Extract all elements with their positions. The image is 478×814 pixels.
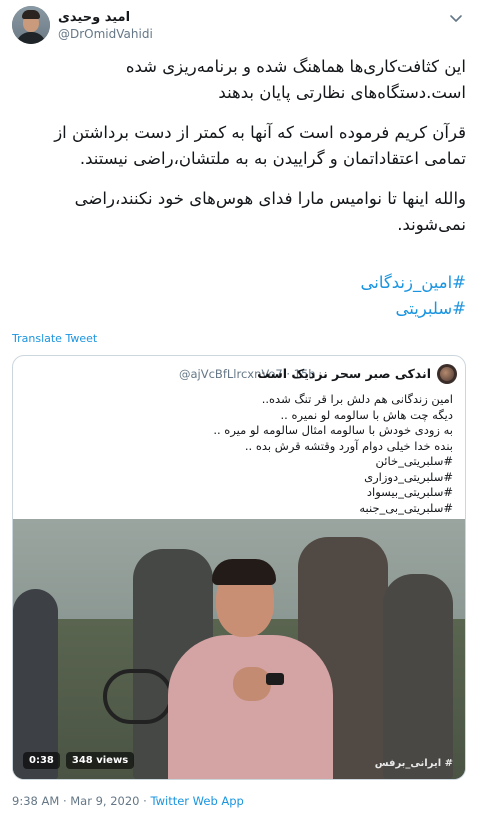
video-duration: 0:38 [23,752,60,769]
video-stats: 0:38 348 views [23,752,135,769]
video-views: 348 views [65,752,135,769]
quoted-hashtag: #سلبریتی_بی_جنبه [359,500,453,515]
tweet-line: والله اینها تا نوامیس مارا فدای هوس‌های … [74,189,466,208]
quoted-author-name: اندکی صبر سحر نزدیک است [257,366,431,381]
quoted-line: امین زندگانی هم دلش برا قر تنگ شده.. [261,392,453,406]
quoted-hashtag: #سلبریتی_دوزاری [364,469,453,484]
quoted-line: دیگه چت هاش با سالومه لو نمیره .. [280,407,454,422]
motorbike-image [103,669,173,724]
separator-dot: · [143,794,147,808]
quoted-hashtag: #سلبریتی_بیسواد [366,485,453,499]
tweet-date[interactable]: Mar 9, 2020 [70,794,139,808]
chevron-down-icon[interactable] [448,10,464,26]
tweet-line: این کثافت‌کاری‌ها هماهنگ شده و برنامه‌ری… [125,57,466,76]
tweet-header: امید وحیدی @DrOmidVahidi [0,0,478,50]
hashtag-link[interactable]: #امین_زندگانی [14,270,467,296]
video-watermark: # ایرانی_برفس [374,758,453,769]
tweet-source-link[interactable]: Twitter Web App [150,794,243,808]
tweet-footer: 9:38 AM · Mar 9, 2020 · Twitter Web App [12,794,244,808]
translate-tweet-link[interactable]: Translate Tweet [12,332,97,345]
tweet-paragraph: قرآن کریم فرموده است که آنها به کمتر از … [14,120,466,172]
video-thumbnail-person [168,555,333,779]
quoted-tweet[interactable]: @ajVcBfLlrcxnVo7 · 15h اندکی صبر سحر نزد… [12,355,466,780]
quoted-hashtag: #سلبریتی_خائن [375,454,453,468]
video-player[interactable]: 0:38 348 views # ایرانی_برفس [13,519,465,779]
author-avatar[interactable] [12,6,50,44]
quoted-tweet-header: @ajVcBfLlrcxnVo7 · 15h اندکی صبر سحر نزد… [13,364,465,384]
tweet-line: تمامی اعتقاداتمان و گراییدن به به ملتشان… [79,149,466,168]
tweet-line: نمی‌شوند. [397,215,466,234]
tweet-paragraph: والله اینها تا نوامیس مارا فدای هوس‌های … [14,186,466,238]
hashtag-list: #امین_زندگانی #سلبریتی [14,270,467,322]
quoted-line: بنده خدا خیلی دوام آورد وقتشه قرش بده .. [244,438,453,453]
tweet-time[interactable]: 9:38 AM [12,794,59,808]
tweet-line: است.دستگاه‌های نظارتی پایان بدهند [218,83,466,102]
hashtag-link[interactable]: #سلبریتی [14,296,466,322]
separator-dot: · [62,794,67,808]
quoted-tweet-body: امین زندگانی هم دلش برا قر تنگ شده.. دیگ… [23,392,453,516]
quoted-line: به زودی خودش با سالومه امثال سالومه لو م… [213,423,453,437]
quoted-author-avatar [437,364,457,384]
author-name[interactable]: امید وحیدی [58,10,130,25]
author-handle[interactable]: @DrOmidVahidi [58,27,153,41]
tweet-line: قرآن کریم فرموده است که آنها به کمتر از … [54,123,466,142]
tweet-paragraph: این کثافت‌کاری‌ها هماهنگ شده و برنامه‌ری… [14,54,466,106]
tweet-body: این کثافت‌کاری‌ها هماهنگ شده و برنامه‌ری… [14,54,466,238]
